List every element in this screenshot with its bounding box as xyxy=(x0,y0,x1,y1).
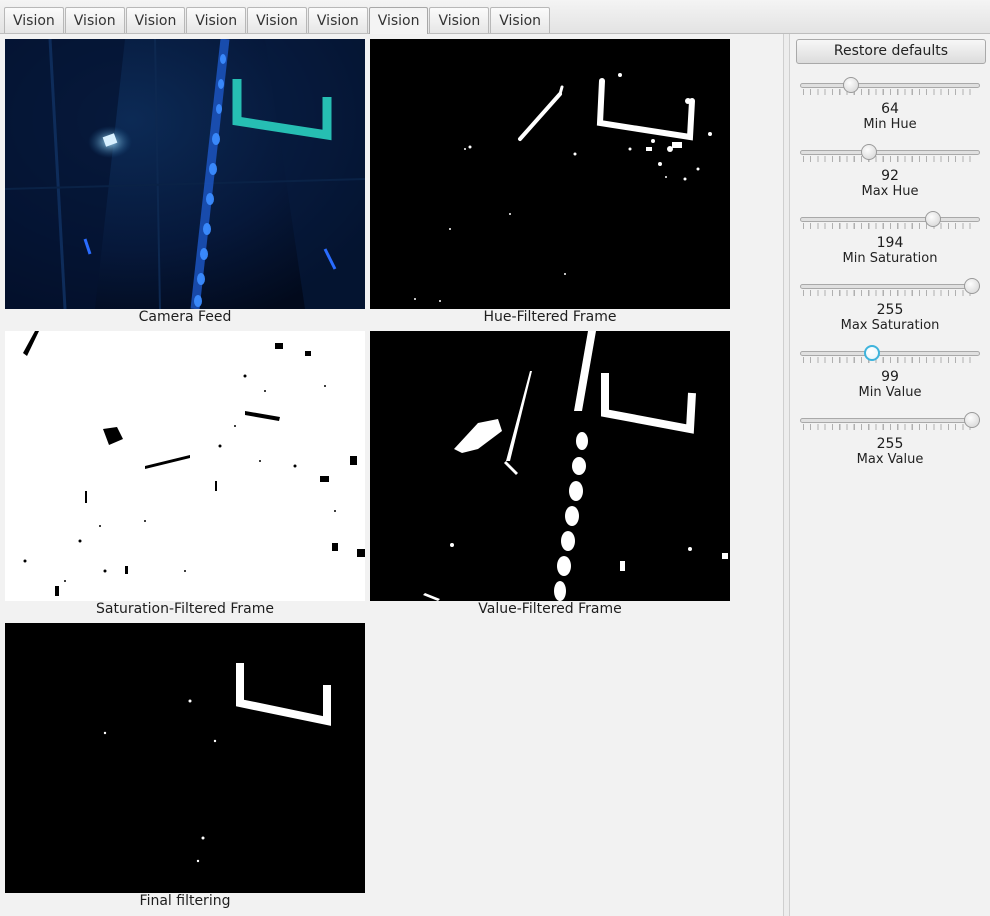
slider-track[interactable] xyxy=(800,418,980,423)
tab-bar: Vision Vision Vision Vision Vision Visio… xyxy=(0,0,990,34)
value-filtered-image xyxy=(370,331,730,601)
tab-vision-4[interactable]: Vision xyxy=(186,7,247,33)
tab-vision-5[interactable]: Vision xyxy=(247,7,307,33)
tab-strip: Vision Vision Vision Vision Vision Visio… xyxy=(4,7,551,34)
hue-filtered-image xyxy=(370,39,730,309)
saturation-filtered-image xyxy=(5,331,365,601)
max-hue-label: Max Hue xyxy=(861,184,919,199)
slider-thumb[interactable] xyxy=(964,412,980,428)
max-saturation-label: Max Saturation xyxy=(840,318,940,333)
slider-ticks xyxy=(803,357,977,363)
max-value-label: Max Value xyxy=(856,452,924,467)
slider-track[interactable] xyxy=(800,284,980,289)
slider-track[interactable] xyxy=(800,351,980,356)
slider-track[interactable] xyxy=(800,150,980,155)
restore-defaults-button[interactable]: Restore defaults xyxy=(796,39,986,64)
slider-ticks xyxy=(803,223,977,229)
min-saturation-slider[interactable] xyxy=(800,210,980,234)
slider-ticks xyxy=(803,89,977,95)
min-hue-slider[interactable] xyxy=(800,76,980,100)
tab-vision-9[interactable]: Vision xyxy=(490,7,551,33)
tab-vision-7-active[interactable]: Vision xyxy=(368,7,429,34)
final-filtering-image xyxy=(5,623,365,893)
camera-feed-caption: Camera Feed xyxy=(138,309,232,325)
tab-vision-6[interactable]: Vision xyxy=(307,7,368,33)
slider-thumb[interactable] xyxy=(860,144,877,160)
min-value-label: Min Value xyxy=(858,385,922,400)
min-saturation-value: 194 xyxy=(876,235,904,251)
max-saturation-slider[interactable] xyxy=(800,277,980,301)
saturation-filtered-caption: Saturation-Filtered Frame xyxy=(96,601,274,617)
slider-track[interactable] xyxy=(800,217,980,222)
tab-vision-1[interactable]: Vision xyxy=(4,7,64,33)
tab-vision-3[interactable]: Vision xyxy=(125,7,186,33)
slider-thumb[interactable] xyxy=(842,77,859,93)
slider-thumb[interactable] xyxy=(964,278,980,294)
value-filtered-caption: Value-Filtered Frame xyxy=(478,601,622,617)
slider-ticks xyxy=(803,290,977,296)
max-value-value: 255 xyxy=(876,436,904,452)
slider-thumb[interactable] xyxy=(924,211,941,227)
final-filtering-caption: Final filtering xyxy=(139,893,231,909)
slider-track[interactable] xyxy=(800,83,980,88)
min-saturation-label: Min Saturation xyxy=(842,251,938,266)
camera-feed-image xyxy=(5,39,365,309)
tab-vision-2[interactable]: Vision xyxy=(64,7,125,33)
split-pane-divider[interactable] xyxy=(783,34,790,916)
hue-filtered-caption: Hue-Filtered Frame xyxy=(483,309,617,325)
max-hue-slider[interactable] xyxy=(800,143,980,167)
slider-thumb-focused[interactable] xyxy=(863,345,880,361)
threshold-controls: Restore defaults 64 Min Hue 92 Max Hue 1… xyxy=(790,34,990,916)
tab-vision-8[interactable]: Vision xyxy=(429,7,490,33)
slider-ticks xyxy=(803,424,977,430)
min-value-slider[interactable] xyxy=(800,344,980,368)
min-hue-label: Min Hue xyxy=(863,117,917,132)
min-hue-value: 64 xyxy=(881,101,899,117)
max-value-slider[interactable] xyxy=(800,411,980,435)
min-value-value: 99 xyxy=(881,369,899,385)
max-saturation-value: 255 xyxy=(876,302,904,318)
max-hue-value: 92 xyxy=(881,168,899,184)
slider-ticks xyxy=(803,156,977,162)
